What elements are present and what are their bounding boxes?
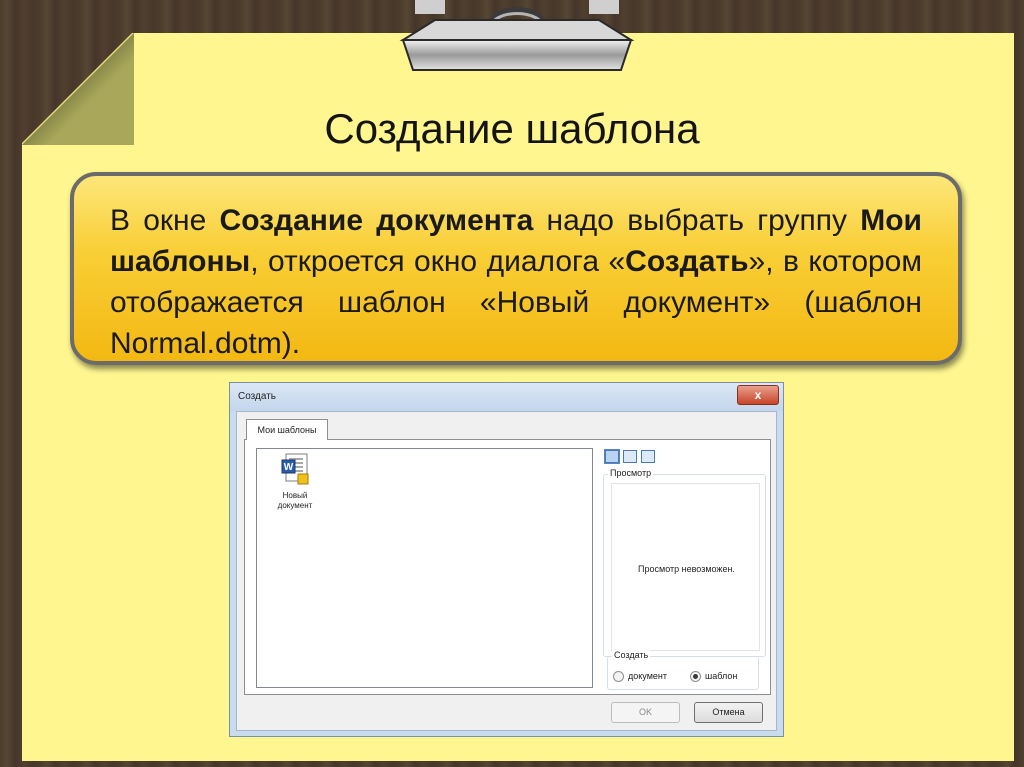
dialog-body: Мои шаблоны W Новый документ Просмотр Пр…	[236, 411, 777, 731]
preview-group: Просмотр Просмотр невозможен.	[603, 468, 766, 657]
view-buttons	[604, 449, 659, 468]
preview-message: Просмотр невозможен.	[638, 564, 735, 574]
tab-my-templates[interactable]: Мои шаблоны	[246, 419, 328, 440]
close-icon: x	[754, 388, 762, 402]
preview-area: Просмотр невозможен.	[611, 483, 760, 651]
radio-button[interactable]	[613, 671, 624, 683]
radio-template[interactable]: шаблон	[690, 671, 738, 683]
radio-document[interactable]: документ	[613, 671, 667, 683]
close-button[interactable]: x	[737, 385, 779, 405]
svg-text:W: W	[284, 462, 294, 473]
word-document-icon: W	[281, 453, 309, 485]
list-view-icon[interactable]	[623, 450, 637, 463]
template-label-line2: документ	[277, 501, 313, 510]
template-new-document[interactable]: W Новый документ	[263, 452, 327, 511]
callout-text-part: В окне	[110, 204, 220, 237]
create-as-group-label: Создать	[612, 650, 651, 660]
template-label-line1: Новый	[282, 491, 308, 500]
cancel-button[interactable]: Отмена	[694, 702, 763, 723]
dialog-titlebar[interactable]: Создать x	[230, 383, 783, 411]
templates-list[interactable]: W Новый документ	[256, 448, 593, 688]
slide-title: Создание шаблона	[324, 105, 700, 152]
ok-button[interactable]: OK	[611, 702, 680, 723]
callout-bold-part: Создание документа	[219, 204, 534, 237]
create-as-group: Создать документ шаблон	[607, 650, 759, 690]
create-dialog: Создать x Мои шаблоны W Новый документ П…	[229, 382, 784, 737]
callout-box: В окне Создание документа надо выбрать г…	[70, 172, 962, 365]
dialog-title: Создать	[238, 391, 277, 402]
large-icons-view-icon[interactable]	[604, 449, 620, 464]
radio-button-selected[interactable]	[690, 671, 701, 683]
preview-group-label: Просмотр	[608, 468, 654, 478]
details-view-icon[interactable]	[641, 450, 655, 463]
callout-text-part: надо выбрать группу	[533, 204, 861, 237]
callout-text: В окне Создание документа надо выбрать г…	[110, 200, 922, 364]
callout-text-part: , откроется окно диалога «	[250, 245, 626, 278]
radio-template-label: шаблон	[705, 671, 738, 681]
binder-clip-icon	[399, 0, 635, 71]
callout-bold-part: Создать	[625, 245, 749, 278]
radio-document-label: документ	[628, 671, 667, 681]
